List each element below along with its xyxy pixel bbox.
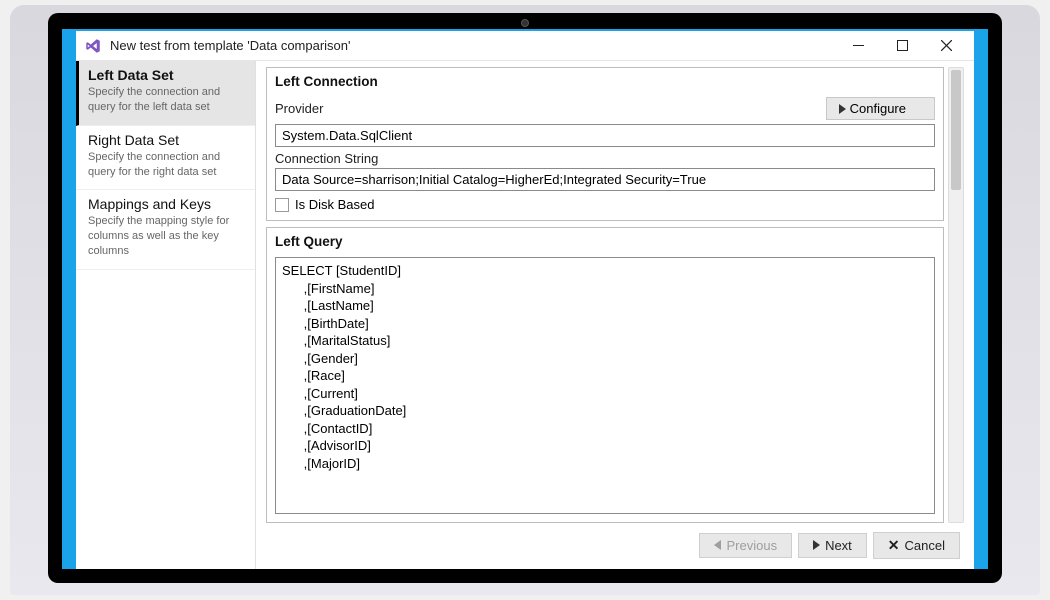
dialog-window: New test from template 'Data comparison' <box>76 31 974 569</box>
camera-dot <box>521 19 529 27</box>
group-title: Left Connection <box>275 74 935 89</box>
sidebar-step-desc: Specify the connection and query for the… <box>88 85 245 115</box>
next-button-label: Next <box>825 538 852 553</box>
sidebar-step-title: Right Data Set <box>88 132 245 148</box>
left-query-group: Left Query SELECT [StudentID] ,[FirstNam… <box>266 227 944 523</box>
chevron-left-icon <box>714 540 721 550</box>
left-connection-group: Left Connection Provider Configure <box>266 67 944 221</box>
vertical-scrollbar[interactable] <box>948 67 964 523</box>
window-title: New test from template 'Data comparison' <box>110 38 351 53</box>
cancel-button-label: Cancel <box>905 538 945 553</box>
connection-string-field[interactable] <box>275 168 935 191</box>
next-button[interactable]: Next <box>798 533 867 558</box>
provider-label: Provider <box>275 101 323 116</box>
sidebar-step-left[interactable]: Left Data Set Specify the connection and… <box>76 61 255 126</box>
sidebar-step-title: Left Data Set <box>88 67 245 83</box>
play-icon <box>839 104 846 114</box>
close-icon: ✕ <box>888 537 900 554</box>
query-textarea[interactable]: SELECT [StudentID] ,[FirstName] ,[LastNa… <box>275 257 935 514</box>
monitor-bezel: New test from template 'Data comparison' <box>48 13 1002 583</box>
configure-button[interactable]: Configure <box>826 97 935 120</box>
previous-button-label: Previous <box>726 538 777 553</box>
sidebar-step-desc: Specify the mapping style for columns as… <box>88 214 245 259</box>
monitor-frame: New test from template 'Data comparison' <box>10 5 1040 595</box>
connection-string-label: Connection String <box>275 151 935 166</box>
titlebar[interactable]: New test from template 'Data comparison' <box>76 31 974 61</box>
cancel-button[interactable]: ✕ Cancel <box>873 532 960 559</box>
group-title: Left Query <box>275 234 935 249</box>
disk-based-label: Is Disk Based <box>295 197 374 212</box>
sidebar-step-right[interactable]: Right Data Set Specify the connection an… <box>76 126 255 191</box>
visual-studio-icon <box>84 37 102 55</box>
minimize-button[interactable] <box>836 32 880 60</box>
sidebar-step-title: Mappings and Keys <box>88 196 245 212</box>
maximize-button[interactable] <box>880 32 924 60</box>
wizard-footer: Previous Next ✕ Cancel <box>266 523 964 563</box>
previous-button[interactable]: Previous <box>699 533 792 558</box>
chevron-right-icon <box>813 540 820 550</box>
wizard-content: Left Connection Provider Configure <box>256 61 974 569</box>
provider-field[interactable] <box>275 124 935 147</box>
sidebar-step-mappings[interactable]: Mappings and Keys Specify the mapping st… <box>76 190 255 270</box>
sidebar-step-desc: Specify the connection and query for the… <box>88 150 245 180</box>
desktop-screen: New test from template 'Data comparison' <box>62 29 988 569</box>
configure-button-label: Configure <box>850 101 906 116</box>
scrollbar-thumb[interactable] <box>951 70 961 190</box>
close-button[interactable] <box>924 32 968 60</box>
disk-based-checkbox[interactable] <box>275 198 289 212</box>
wizard-sidebar: Left Data Set Specify the connection and… <box>76 61 256 569</box>
